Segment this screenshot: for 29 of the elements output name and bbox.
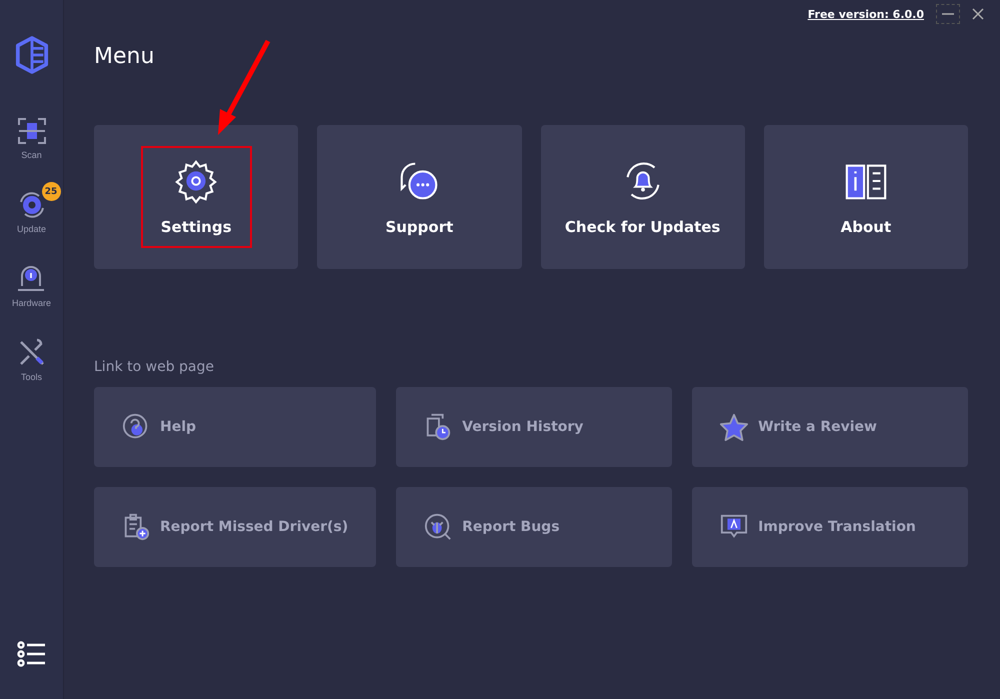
link-card[interactable]: Improve Translation	[692, 487, 968, 567]
link-card[interactable]: Version History	[396, 387, 672, 467]
menu-list-icon[interactable]	[16, 641, 46, 667]
link-card[interactable]: Report Missed Driver(s)	[94, 487, 376, 567]
link-card[interactable]: Report Bugs	[396, 487, 672, 567]
section-label: Link to web page	[94, 359, 215, 375]
clipboard-plus-icon	[122, 513, 150, 541]
count-badge: 25	[42, 182, 60, 201]
minimize-button[interactable]	[936, 4, 960, 24]
nav-item[interactable]: Tools	[16, 338, 46, 382]
bug-icon	[424, 513, 452, 541]
documents-clock-icon	[424, 413, 452, 441]
close-icon	[972, 8, 984, 20]
star-icon	[720, 413, 748, 441]
logo-icon	[14, 36, 48, 74]
nav-item[interactable]: Scan	[16, 116, 46, 160]
scan-icon	[16, 116, 46, 146]
help-icon	[122, 413, 150, 441]
settings-icon	[173, 158, 220, 204]
menu-card[interactable]: Settings	[94, 125, 298, 269]
page-title: Menu	[94, 44, 156, 69]
menu-card[interactable]: Check for Updates	[540, 125, 745, 269]
menu-card[interactable]: Support	[317, 125, 522, 269]
link-card[interactable]: Write a Review	[692, 387, 968, 467]
nav-item[interactable]: Hardware	[12, 264, 51, 308]
version-link[interactable]: Free version: 6.0.0	[808, 8, 924, 20]
link-card[interactable]: Help	[94, 387, 376, 467]
menu-card[interactable]: About	[764, 125, 968, 269]
laptop-info-icon	[16, 264, 46, 294]
